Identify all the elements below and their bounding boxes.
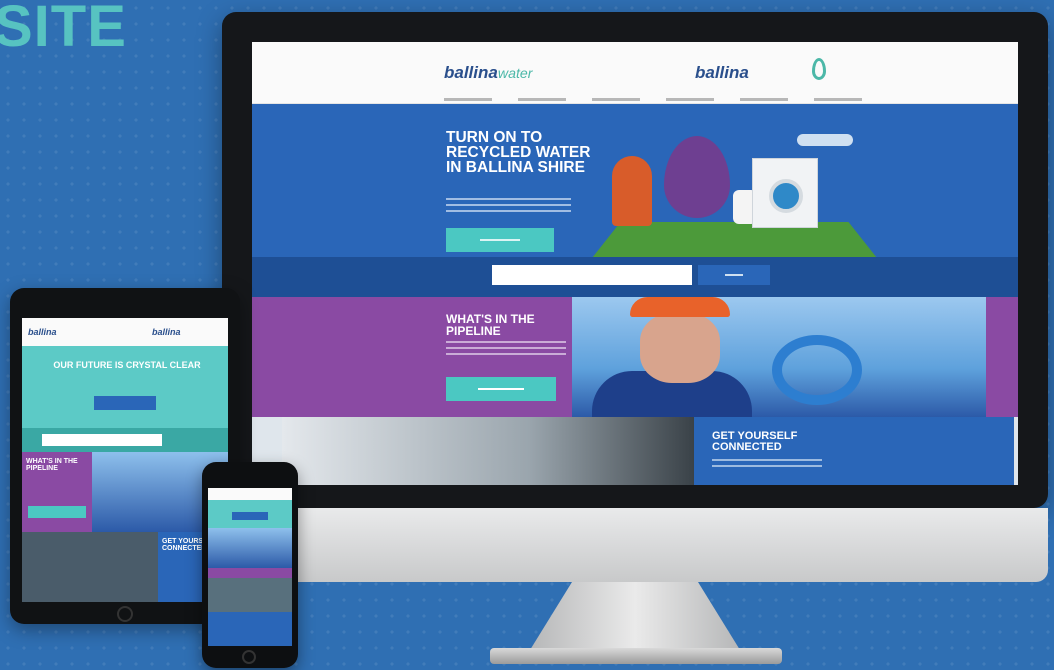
phone-connect-panel bbox=[208, 612, 292, 646]
cloud-illustration bbox=[797, 134, 853, 146]
desktop-monitor: ballinawater ballina TURN ON TO RECYCLED… bbox=[222, 12, 1048, 508]
valve-wheel bbox=[772, 335, 862, 405]
tablet-hero-title: OUR FUTURE IS CRYSTAL CLEAR bbox=[53, 360, 201, 370]
nav-item[interactable] bbox=[814, 98, 862, 101]
water-drop-icon bbox=[812, 58, 826, 80]
hero-button[interactable] bbox=[446, 228, 554, 252]
council-logo[interactable]: ballina bbox=[695, 64, 749, 81]
connect-section: GET YOURSELF CONNECTED bbox=[252, 417, 1018, 485]
tablet-screen: ballina ballina OUR FUTURE IS CRYSTAL CL… bbox=[22, 318, 228, 602]
connect-description bbox=[712, 459, 822, 471]
tablet-pipeline-section: WHAT'S IN THE PIPELINE bbox=[22, 452, 228, 532]
tablet-council-logo[interactable]: ballina bbox=[152, 327, 181, 337]
tablet-search-bar bbox=[22, 428, 228, 452]
tablet-hero: OUR FUTURE IS CRYSTAL CLEAR bbox=[22, 346, 228, 428]
phone-screen bbox=[208, 488, 292, 646]
nav-item[interactable] bbox=[740, 98, 788, 101]
hero-description bbox=[446, 198, 571, 216]
tablet-header: ballina ballina bbox=[22, 318, 228, 346]
tablet-connect-section: GET YOURSELF CONNECTED bbox=[22, 532, 228, 602]
nav-item[interactable] bbox=[444, 98, 492, 101]
droplet-mascot bbox=[664, 136, 730, 218]
pipeline-description bbox=[446, 341, 566, 359]
phone-worker-photo bbox=[208, 528, 292, 568]
worker-photo bbox=[572, 297, 986, 417]
connect-photo bbox=[282, 417, 694, 485]
nav-item[interactable] bbox=[518, 98, 566, 101]
phone-hero bbox=[208, 500, 292, 528]
phone-connect-photo bbox=[208, 578, 292, 612]
phone-band bbox=[208, 568, 292, 578]
nav-item[interactable] bbox=[666, 98, 714, 101]
pipeline-button[interactable] bbox=[446, 377, 556, 401]
phone-home-button[interactable] bbox=[242, 650, 256, 664]
tablet-home-button[interactable] bbox=[117, 606, 133, 622]
search-bar bbox=[252, 257, 1018, 297]
phone-hero-button[interactable] bbox=[232, 512, 268, 520]
tablet-search-input[interactable] bbox=[42, 434, 162, 446]
page-headline: SITE bbox=[0, 0, 127, 59]
pipeline-title: WHAT'S IN THE PIPELINE bbox=[446, 312, 535, 338]
phone-header bbox=[208, 488, 292, 500]
desktop-screen: ballinawater ballina TURN ON TO RECYCLED… bbox=[252, 42, 1018, 485]
tablet-pipeline-button[interactable] bbox=[28, 506, 86, 518]
monitor-chin bbox=[238, 508, 1048, 582]
site-header: ballinawater ballina bbox=[252, 42, 1018, 104]
plant-illustration bbox=[612, 156, 652, 226]
washing-machine-illustration bbox=[752, 158, 818, 228]
tablet-site-logo[interactable]: ballina bbox=[28, 327, 57, 337]
phone-pipeline-section bbox=[208, 528, 292, 568]
monitor-base bbox=[490, 648, 782, 664]
site-logo[interactable]: ballinawater bbox=[444, 64, 532, 81]
tablet-hero-button[interactable] bbox=[94, 396, 156, 410]
tablet-pipeline-title: WHAT'S IN THE PIPELINE bbox=[26, 458, 78, 472]
search-button[interactable] bbox=[698, 265, 770, 285]
hero-title: TURN ON TO RECYCLED WATER IN BALLINA SHI… bbox=[446, 129, 591, 176]
pipeline-section: WHAT'S IN THE PIPELINE bbox=[252, 297, 1018, 417]
connect-title: GET YOURSELF CONNECTED bbox=[712, 430, 798, 453]
hero-section: TURN ON TO RECYCLED WATER IN BALLINA SHI… bbox=[252, 104, 1018, 258]
main-navigation bbox=[444, 98, 862, 101]
search-input[interactable] bbox=[492, 265, 692, 285]
grass-illustration bbox=[592, 222, 877, 258]
phone-device bbox=[202, 462, 298, 668]
nav-item[interactable] bbox=[592, 98, 640, 101]
